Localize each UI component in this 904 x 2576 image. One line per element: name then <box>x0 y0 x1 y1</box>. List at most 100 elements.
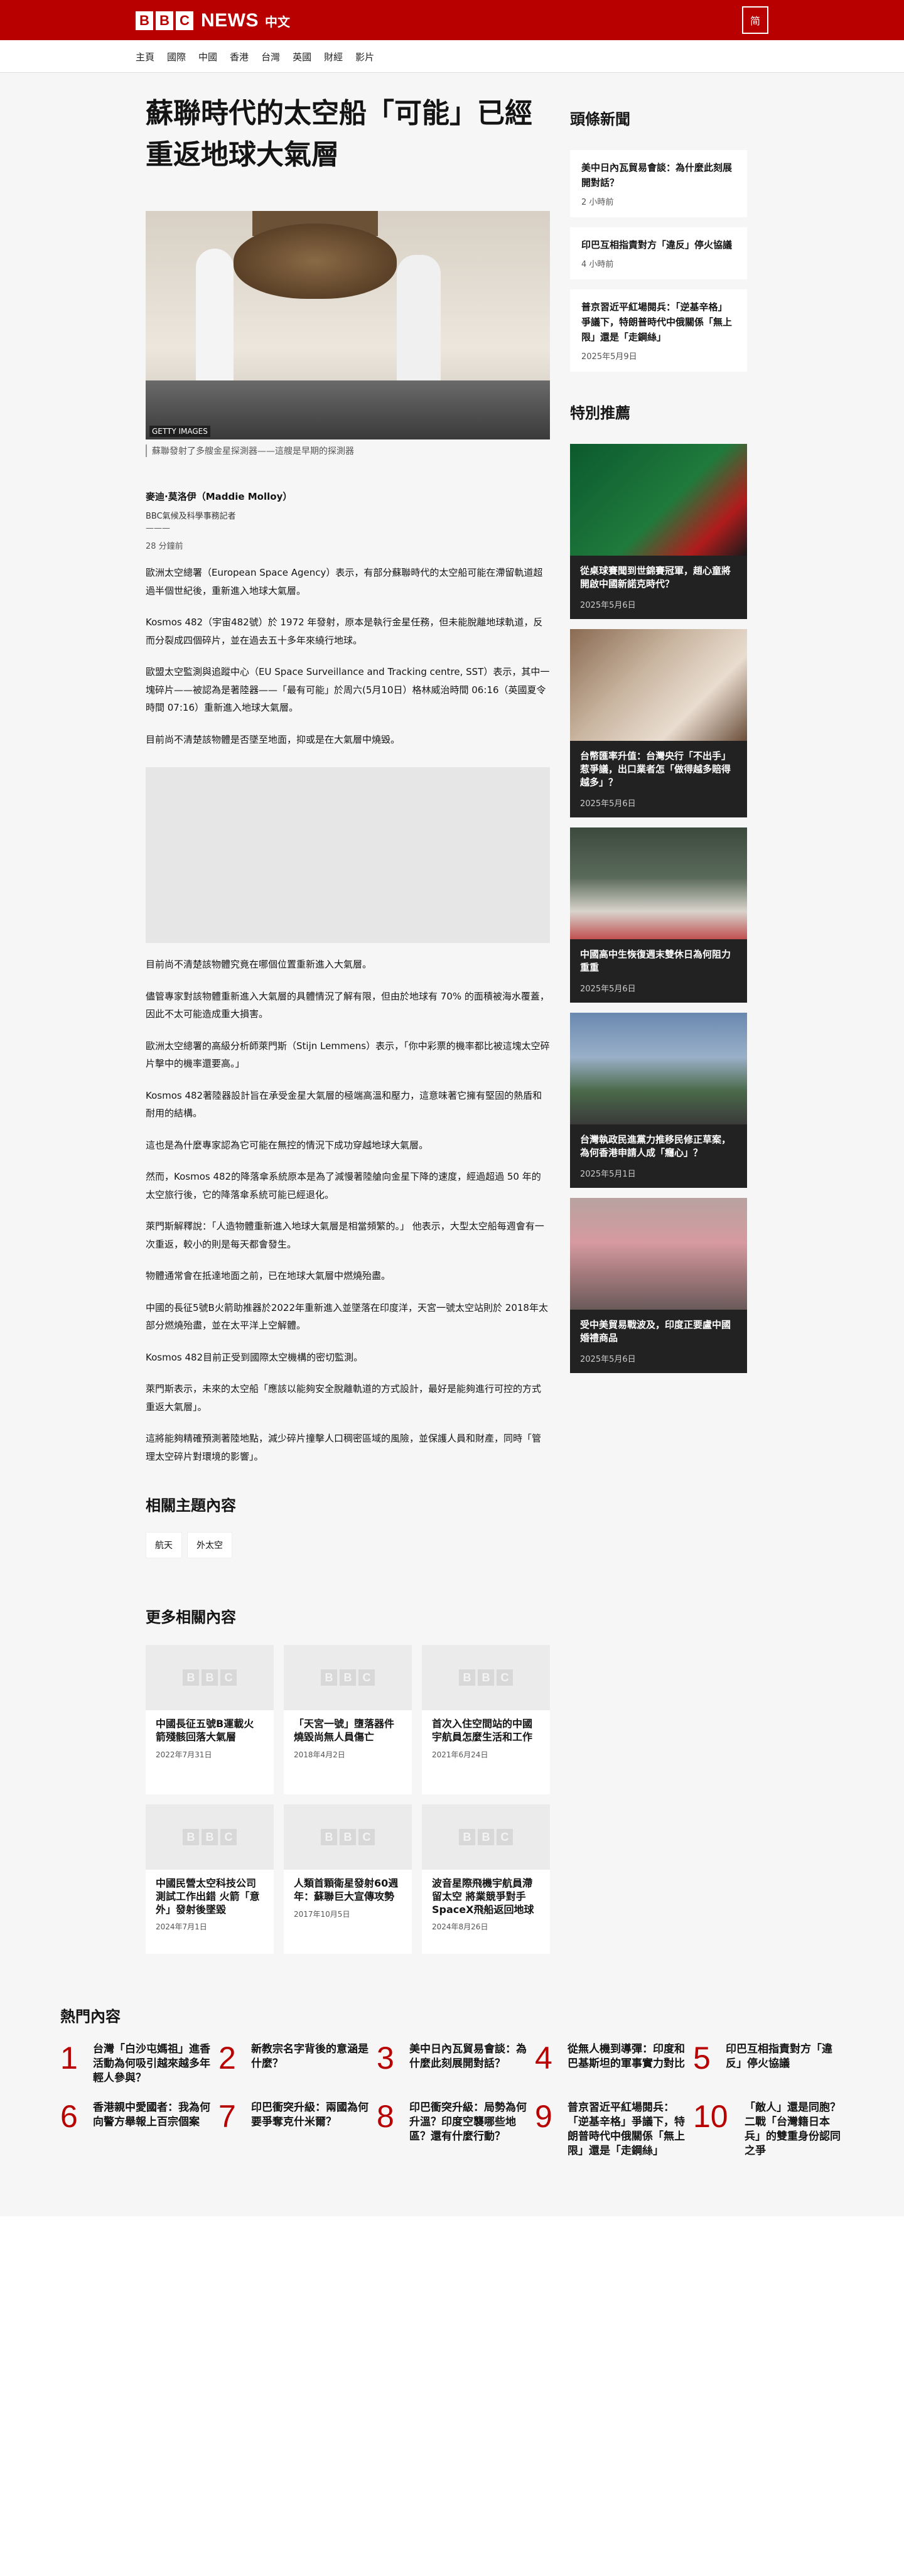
featured-card[interactable]: 從桌球賽聞到世錦賽冠軍，趙心童將開啟中國新諾克時代？ 2025年5月6日 <box>570 444 747 619</box>
nav-item-video[interactable]: 影片 <box>355 50 374 63</box>
popular-item[interactable]: 9 普京習近平紅場閱兵：「逆基辛格」爭議下，特朗普時代中俄關係「無上限」還是「走鋼… <box>535 2101 686 2158</box>
image-caption: 蘇聯發射了多艘金星探測器——這艘是早期的探測器 <box>146 445 550 457</box>
top-story-card[interactable]: 美中日內瓦貿易會談：為什麼此刻展開對話？ 2 小時前 <box>570 150 747 217</box>
popular-item[interactable]: 3 美中日內瓦貿易會談：為什麼此刻展開對話？ <box>377 2042 527 2086</box>
popular-title: 美中日內瓦貿易會談：為什麼此刻展開對話？ <box>409 2043 527 2070</box>
nav-item-home[interactable]: 主頁 <box>136 50 154 63</box>
topic-tag-outer-space[interactable]: 外太空 <box>187 1532 232 1558</box>
featured-date: 2025年5月6日 <box>580 601 636 610</box>
popular-rank: 5 <box>693 2040 711 2076</box>
bbc-news-logo[interactable]: B B C NEWS 中文 <box>136 10 290 31</box>
top-story-title: 普京習近平紅場閱兵：「逆基辛格」爭議下，特朗普時代中俄關係「無上限」還是「走鋼絲… <box>581 301 733 343</box>
card-date: 2022年7月31日 <box>156 1750 212 1759</box>
popular-item[interactable]: 8 印巴衝突升級：局勢為何升溫？印度空襲哪些地區？還有什麼行動？ <box>377 2101 527 2158</box>
featured-card[interactable]: 受中美貿易戰波及，印度正要盧中國婚禮商品 2025年5月6日 <box>570 1198 747 1373</box>
popular-item[interactable]: 2 新教宗名字背後的意涵是什麼？ <box>218 2042 369 2086</box>
popular-item[interactable]: 1 台灣「白沙屯媽祖」進香活動為何吸引越來越多年輕人參與？ <box>60 2042 211 2086</box>
featured-date: 2025年5月6日 <box>580 799 636 809</box>
article-paragraph: 萊門斯解釋說：「人造物體重新進入地球大氣層是相當頻繁的。」 他表示，大型太空船每… <box>146 1221 544 1250</box>
featured-image-factory <box>570 1198 747 1310</box>
nav-item-hongkong[interactable]: 香港 <box>230 50 249 63</box>
image-credit: GETTY IMAGES <box>149 426 210 437</box>
card-title: 中國民營太空科技公司測試工作出錯 火箭「意外」發射後墜毀 <box>156 1877 260 1916</box>
featured-image-taipei <box>570 1013 747 1124</box>
popular-title: 台灣「白沙屯媽祖」進香活動為何吸引越來越多年輕人參與？ <box>93 2043 210 2084</box>
article-paragraph: 儘管專家對該物體重新進入大氣層的具體情況了解有限，但由於地球有 70% 的面積被… <box>146 990 549 1020</box>
featured-title: 受中美貿易戰波及，印度正要盧中國婚禮商品 <box>580 1319 731 1344</box>
featured-card[interactable]: 台灣執政民進黨力推移民修正草案，為何香港申請人成「癮心」？ 2025年5月1日 <box>570 1013 747 1188</box>
bbc-placeholder-logo: BBC <box>458 1669 514 1686</box>
article-paragraph: 歐洲太空總署的高級分析師萊門斯（Stijn Lemmens）表示，「你中彩票的機… <box>146 1040 550 1070</box>
related-card[interactable]: BBC 人類首顆衛星發射60週年：蘇聯巨大宣傳攻勢 2017年10月5日 <box>284 1804 412 1954</box>
featured-card[interactable]: 台幣匯率升值：台灣央行「不出手」惹爭議，出口業者怎「做得越多賠得越多」？ 202… <box>570 629 747 817</box>
language-toggle-button[interactable]: 简 <box>742 6 768 34</box>
article-paragraph: 物體通常會在抵達地面之前，已在地球大氣層中燃燒殆盡。 <box>146 1270 391 1281</box>
related-card[interactable]: BBC 首次入住空間站的中國宇航員怎麼生活和工作 2021年6月24日 <box>422 1645 550 1794</box>
logo-letter-c: C <box>176 11 193 30</box>
top-story-card[interactable]: 普京習近平紅場閱兵：「逆基辛格」爭議下，特朗普時代中俄關係「無上限」還是「走鋼絲… <box>570 289 747 372</box>
author-role: BBC氣候及科學事務記者 <box>146 512 236 521</box>
card-placeholder-image: BBC <box>284 1804 412 1870</box>
featured-card[interactable]: 中國高中生恢復週末雙休日為何阻力重重 2025年5月6日 <box>570 827 747 1003</box>
featured-title: 從桌球賽聞到世錦賽冠軍，趙心童將開啟中國新諾克時代？ <box>580 565 731 590</box>
publish-time: 28 分鐘前 <box>146 542 183 551</box>
article-headline: 蘇聯時代的太空船「可能」已經重返地球大氣層 <box>146 97 532 171</box>
popular-title: 新教宗名字背後的意涵是什麼？ <box>251 2043 369 2070</box>
article-paragraph: 這將能夠精確預測著陸地點，減少碎片撞擊人口稠密區域的風險，並保護人員和財產，同時… <box>146 1433 542 1462</box>
featured-image-classroom <box>570 827 747 939</box>
top-header-bar: B B C NEWS 中文 简 <box>0 0 904 40</box>
featured-image-snooker <box>570 444 747 556</box>
topic-tag-aerospace[interactable]: 航天 <box>146 1532 182 1558</box>
sidebar: 頭條新聞 美中日內瓦貿易會談：為什麼此刻展開對話？ 2 小時前 印巴互相指責對方… <box>570 93 747 1373</box>
related-topics-heading: 相關主題內容 <box>146 1497 236 1514</box>
popular-rank: 7 <box>218 2098 236 2134</box>
article-paragraph: Kosmos 482（宇宙482號）於 1972 年發射，原本是執行金星任務，但… <box>146 617 543 646</box>
article-paragraph: 這也是為什麼專家認為它可能在無控的情況下成功穿越地球大氣層。 <box>146 1139 429 1151</box>
featured-image-banknotes <box>570 629 747 741</box>
top-story-card[interactable]: 印巴互相指責對方「違反」停火協議 4 小時前 <box>570 227 747 279</box>
popular-item[interactable]: 10 「敵人」還是同胞？二戰「台灣籍日本兵」的雙重身份認同之爭 <box>693 2101 844 2158</box>
article-paragraph: 歐洲太空總署（European Space Agency）表示，有部分蘇聯時代的… <box>146 567 543 596</box>
popular-rank: 10 <box>693 2098 728 2134</box>
related-card[interactable]: BBC 中國民營太空科技公司測試工作出錯 火箭「意外」發射後墜毀 2024年7月… <box>146 1804 274 1954</box>
article-paragraph: Kosmos 482目前正受到國際太空機構的密切監測。 <box>146 1351 363 1363</box>
article-paragraph: 然而，Kosmos 482的降落傘系統原本是為了減慢著陸艙向金星下降的速度，經過… <box>146 1171 541 1200</box>
related-card[interactable]: BBC 波音星際飛機宇航員滯留太空 將業競爭對手SpaceX飛船返回地球 202… <box>422 1804 550 1954</box>
popular-rank: 6 <box>60 2098 78 2134</box>
card-title: 首次入住空間站的中國宇航員怎麼生活和工作 <box>432 1718 533 1743</box>
nav-item-china[interactable]: 中國 <box>198 50 217 63</box>
popular-item[interactable]: 7 印巴衝突升級：兩國為何要爭奪克什米爾？ <box>218 2101 369 2158</box>
article-paragraph: 歐盟太空監測與追蹤中心（EU Space Surveillance and Tr… <box>146 666 550 713</box>
related-topics-list: 航天 外太空 <box>146 1532 237 1558</box>
top-stories-heading: 頭條新聞 <box>570 110 630 128</box>
popular-rank: 8 <box>377 2098 394 2134</box>
popular-item[interactable]: 6 香港親中愛國者：我為何向警方舉報上百宗個案 <box>60 2101 211 2158</box>
article-paragraph: 目前尚不清楚該物體是否墜至地面，抑或是在大氣層中燒毀。 <box>146 733 401 745</box>
bbc-placeholder-logo: BBC <box>320 1829 376 1845</box>
nav-item-taiwan[interactable]: 台灣 <box>261 50 280 63</box>
nav-item-finance[interactable]: 財經 <box>324 50 343 63</box>
popular-title: 印巴衝突升級：局勢為何升溫？印度空襲哪些地區？還有什麼行動？ <box>409 2101 527 2143</box>
card-placeholder-image: BBC <box>284 1645 412 1710</box>
article-hero-image: GETTY IMAGES <box>146 211 550 439</box>
related-card[interactable]: BBC 中國長征五號B運載火箭殘骸回落大氣層 2022年7月31日 <box>146 1645 274 1794</box>
related-card[interactable]: BBC 「天宮一號」墮落器件燒毀尚無人員傷亡 2018年4月2日 <box>284 1645 412 1794</box>
article-paragraph: 目前尚不清楚該物體究竟在哪個位置重新進入大氣層。 <box>146 959 372 970</box>
embedded-media-placeholder <box>146 767 550 943</box>
popular-rank: 3 <box>377 2040 394 2076</box>
nav-item-international[interactable]: 國際 <box>167 50 186 63</box>
card-placeholder-image: BBC <box>422 1645 550 1710</box>
article-main: 蘇聯時代的太空船「可能」已經重返地球大氣層 GETTY IMAGES 蘇聯發射了… <box>146 93 550 1465</box>
most-popular-heading: 熱門內容 <box>60 2008 121 2025</box>
card-title: 波音星際飛機宇航員滯留太空 將業競爭對手SpaceX飛船返回地球 <box>432 1877 534 1916</box>
popular-item[interactable]: 4 從無人機到導彈：印度和巴基斯坦的軍事實力對比 <box>535 2042 686 2086</box>
article-paragraph: 萊門斯表示，未來的太空船「應該以能夠安全脫離軌道的方式設計，最好是能夠進行可控的… <box>146 1383 542 1413</box>
card-title: 「天宮一號」墮落器件燒毀尚無人員傷亡 <box>294 1718 395 1743</box>
featured-title: 台幣匯率升值：台灣央行「不出手」惹爭議，出口業者怎「做得越多賠得越多」？ <box>580 750 731 788</box>
more-related-grid: BBC 中國長征五號B運載火箭殘骸回落大氣層 2022年7月31日 BBC 「天… <box>146 1645 550 1954</box>
card-date: 2024年8月26日 <box>432 1922 488 1932</box>
featured-title: 中國高中生恢復週末雙休日為何阻力重重 <box>580 949 731 973</box>
byline-divider: ——— <box>146 524 170 533</box>
popular-item[interactable]: 5 印巴互相指責對方「違反」停火協議 <box>693 2042 844 2086</box>
nav-item-uk[interactable]: 英國 <box>293 50 311 63</box>
